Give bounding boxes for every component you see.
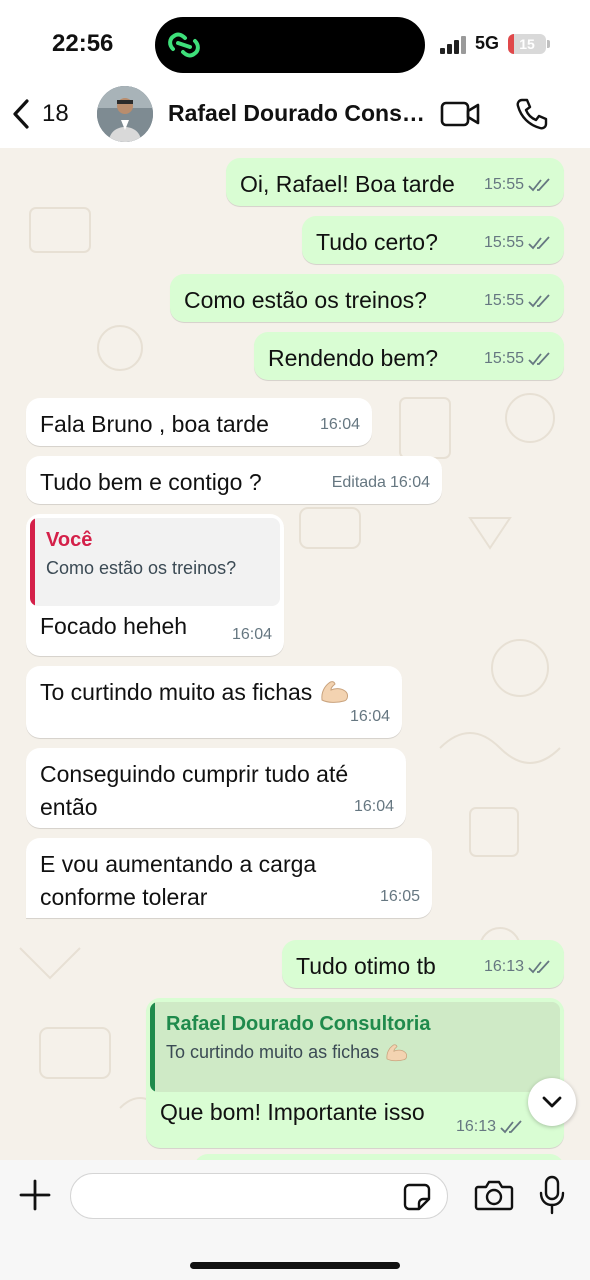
message-text: Tudo bem e contigo ? — [40, 469, 262, 495]
scroll-to-bottom-button[interactable] — [528, 1078, 576, 1126]
quote-text: To curtindo muito as fichas — [166, 1038, 550, 1066]
network-type: 5G — [475, 33, 500, 53]
message-outgoing[interactable]: Como estão os treinos? 15:55 — [170, 274, 564, 322]
message-time: 15:55 — [483, 292, 524, 309]
message-time: 16:13 — [483, 958, 524, 975]
battery-level: 15 — [519, 36, 535, 52]
battery-tip — [547, 40, 550, 48]
message-text: Como estão os treinos? — [184, 287, 427, 313]
message-input[interactable] — [70, 1173, 448, 1219]
read-ticks-icon — [528, 959, 550, 973]
read-ticks-icon — [500, 1119, 522, 1133]
message-meta: 15:55 — [484, 342, 552, 375]
unread-count: 18 — [42, 100, 69, 127]
video-call-icon — [440, 101, 480, 127]
message-text: E vou aumentando a carga conforme tolera… — [40, 851, 317, 910]
message-time: 16:04 — [389, 474, 430, 491]
battery-icon: 15 — [508, 34, 546, 54]
message-time: 16:04 — [319, 416, 360, 433]
quoted-message[interactable]: Rafael Dourado Consultoria To curtindo m… — [150, 1002, 560, 1092]
quote-author: Você — [46, 529, 93, 551]
message-time: 15:55 — [483, 234, 524, 251]
avatar[interactable] — [97, 86, 153, 142]
flexed-biceps-icon — [321, 681, 348, 703]
sticker-button[interactable] — [402, 1182, 432, 1212]
message-incoming[interactable]: To curtindo muito as fichas 16:04 — [26, 666, 402, 738]
message-meta: 16:13 — [484, 950, 552, 983]
read-ticks-icon — [528, 351, 550, 365]
message-outgoing-reply[interactable]: Rafael Dourado Consultoria To curtindo m… — [146, 998, 564, 1148]
message-meta: 16:04 — [320, 408, 360, 441]
message-incoming[interactable]: Conseguindo cumprir tudo até então 16:04 — [26, 748, 406, 828]
quoted-message[interactable]: Você Como estão os treinos? — [30, 518, 280, 606]
message-meta: 15:55 — [484, 168, 552, 201]
camera-icon — [474, 1180, 514, 1211]
read-ticks-icon — [528, 235, 550, 249]
link-activity-icon — [168, 32, 200, 58]
message-text: Tudo otimo tb — [296, 953, 436, 979]
quote-text: Como estão os treinos? — [46, 558, 237, 578]
attach-button[interactable] — [18, 1178, 52, 1212]
video-call-button[interactable] — [440, 96, 480, 132]
message-meta: 16:04 — [350, 700, 390, 733]
message-time: 16:13 — [455, 1118, 496, 1135]
contact-name[interactable]: Rafael Dourado Consultoria — [168, 100, 430, 127]
dynamic-island — [155, 17, 425, 73]
camera-button[interactable] — [474, 1178, 514, 1212]
message-incoming-reply[interactable]: Você Como estão os treinos? Focado heheh… — [26, 514, 284, 656]
message-incoming[interactable]: Fala Bruno , boa tarde 16:04 — [26, 398, 372, 446]
message-outgoing[interactable]: Oi, Rafael! Boa tarde 15:55 — [226, 158, 564, 206]
message-text: Rendendo bem? — [268, 345, 439, 371]
avatar-photo — [97, 86, 153, 142]
message-meta: 16:13 — [456, 1110, 524, 1143]
sticker-icon — [403, 1183, 431, 1211]
message-time: 16:04 — [349, 708, 390, 725]
read-ticks-icon — [528, 293, 550, 307]
message-text: To curtindo muito as fichas — [40, 679, 313, 705]
message-text: Fala Bruno , boa tarde — [40, 411, 269, 437]
status-bar: 22:56 5G 15 — [0, 0, 590, 80]
message-meta: 16:05 — [380, 880, 420, 913]
message-text: Conseguindo cumprir tudo até então — [40, 761, 349, 820]
message-time: 16:04 — [353, 798, 394, 815]
flexed-biceps-icon — [386, 1044, 408, 1062]
chevron-down-icon — [542, 1096, 562, 1108]
quote-author: Rafael Dourado Consultoria — [166, 1013, 431, 1035]
message-incoming[interactable]: Tudo bem e contigo ? Editada 16:04 — [26, 456, 442, 504]
message-meta: Editada 16:04 — [332, 466, 430, 499]
status-time: 22:56 — [52, 30, 114, 57]
message-meta: 15:55 — [484, 284, 552, 317]
message-outgoing[interactable]: Rendendo bem? 15:55 — [254, 332, 564, 380]
plus-icon — [19, 1179, 51, 1211]
message-meta: 16:04 — [232, 618, 272, 651]
voice-message-button[interactable] — [538, 1174, 566, 1216]
back-button[interactable]: 18 — [10, 92, 69, 136]
signal-icon — [440, 36, 468, 54]
microphone-icon — [539, 1175, 565, 1215]
phone-icon — [516, 98, 548, 130]
message-time: 16:04 — [231, 626, 272, 643]
message-incoming[interactable]: E vou aumentando a carga conforme tolera… — [26, 838, 432, 918]
edited-label: Editada — [331, 474, 386, 491]
message-time: 15:55 — [483, 350, 524, 367]
message-meta: 16:04 — [354, 790, 394, 823]
message-text: Oi, Rafael! Boa tarde — [240, 171, 455, 197]
read-ticks-icon — [528, 177, 550, 191]
message-meta: 15:55 — [484, 226, 552, 259]
chat-area[interactable]: Oi, Rafael! Boa tarde 15:55 Tudo certo? … — [0, 148, 590, 1160]
chat-header: 18 Rafael Dourado Consultoria — [0, 80, 590, 148]
message-outgoing[interactable]: Tudo certo? 15:55 — [302, 216, 564, 264]
message-time: 15:55 — [483, 176, 524, 193]
chevron-left-icon — [13, 99, 29, 129]
voice-call-button[interactable] — [514, 96, 554, 132]
message-text: Tudo certo? — [316, 229, 438, 255]
message-time: 16:05 — [379, 888, 420, 905]
home-indicator — [190, 1262, 400, 1269]
quote-text-content: To curtindo muito as fichas — [166, 1042, 380, 1062]
message-outgoing[interactable]: Tudo otimo tb 16:13 — [282, 940, 564, 988]
